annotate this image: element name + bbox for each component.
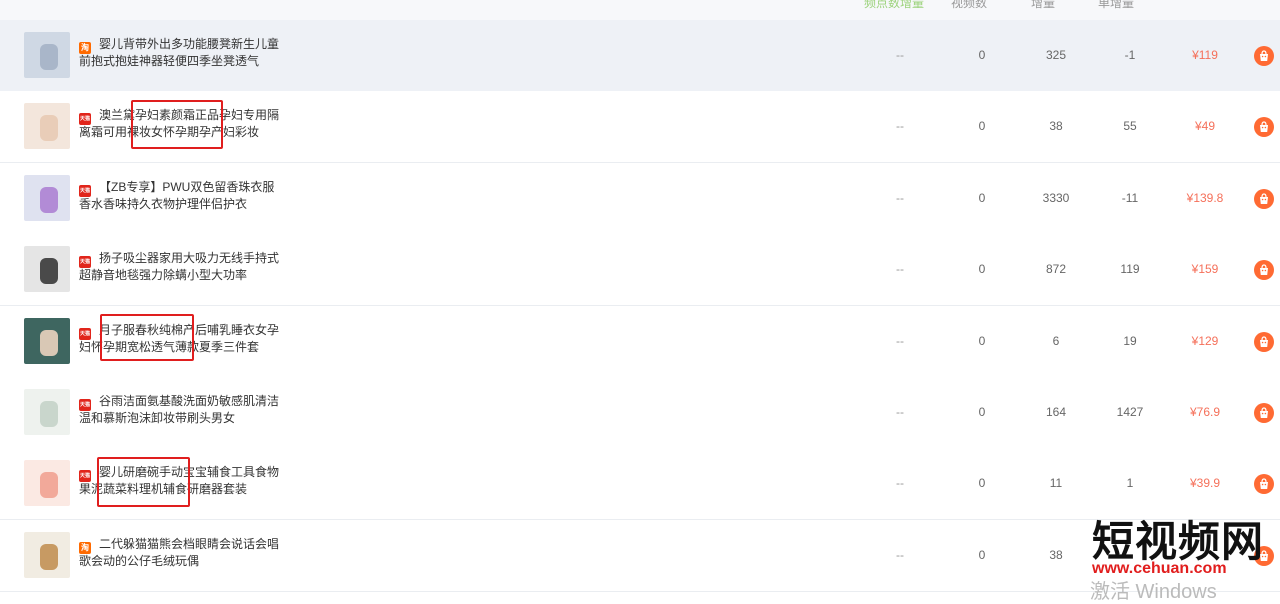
video-count: 0 <box>978 333 986 348</box>
table-row[interactable]: 扬子吸尘器家用大吸力无线手持式超静音地毯强力除螨小型大功率 天猫 -- 0 872 119… <box>0 234 1280 307</box>
highlight-box <box>131 100 223 149</box>
increment: 6 <box>1052 333 1060 348</box>
price: ¥76.9 <box>1189 405 1221 419</box>
product-title[interactable]: 二代躲猫猫熊会档眼睛会说话会唱歌会动的公仔毛绒玩偶 <box>79 536 279 570</box>
tmall-badge-icon: 天猫 <box>79 399 91 411</box>
video-count: 0 <box>978 48 986 62</box>
price: ¥139.8 <box>1186 190 1224 205</box>
product-thumbnail[interactable] <box>24 246 70 293</box>
product-title[interactable]: 【ZB专享】PWU双色留香珠衣服香水香味持久衣物护理伴侣护衣 <box>79 179 279 213</box>
header-col-2: 视频数 <box>951 0 988 10</box>
windows-activation-text: 激活 Windows <box>1090 581 1217 603</box>
price: ¥159 <box>1191 262 1219 277</box>
product-thumbnail[interactable] <box>24 103 70 150</box>
cart-icon[interactable] <box>1254 117 1274 138</box>
product-title[interactable]: 谷雨洁面氨基酸洗面奶敏感肌清洁温和慕斯泡沫卸妆带刷头男女 <box>79 393 279 427</box>
metric-col-1: -- <box>896 333 904 348</box>
table-header: 频点数增量 视频数 增量 单增量 <box>0 0 1280 20</box>
metric-col-1: -- <box>896 48 904 62</box>
tmall-badge-icon: 天猫 <box>79 327 91 340</box>
increment: 38 <box>1049 547 1063 562</box>
cart-icon[interactable] <box>1254 403 1274 423</box>
unit-increment: 119 <box>1120 262 1140 277</box>
product-title[interactable]: 婴儿背带外出多功能腰凳新生儿童前抱式抱娃神器轻便四季坐凳透气 <box>79 36 279 70</box>
table-row[interactable]: 二代躲猫猫熊会档眼睛会说话会唱歌会动的公仔毛绒玩偶淘 -- 0 38 <box>0 519 1280 592</box>
highlight-box <box>100 314 194 361</box>
tmall-badge-icon: 天猫 <box>79 470 91 483</box>
product-thumbnail[interactable] <box>24 460 70 507</box>
video-count: 0 <box>978 405 986 419</box>
metric-col-1: -- <box>896 190 904 205</box>
metric-col-1: -- <box>896 547 904 562</box>
product-thumbnail[interactable] <box>24 389 70 435</box>
increment: 164 <box>1045 405 1067 419</box>
header-col-1: 频点数增量 <box>864 0 925 10</box>
cart-icon[interactable] <box>1254 474 1274 495</box>
table-row[interactable]: 谷雨洁面氨基酸洗面奶敏感肌清洁温和慕斯泡沫卸妆带刷头男女 天猫 -- 0 164 1427… <box>0 377 1280 449</box>
header-col-4: 单增量 <box>1098 0 1135 10</box>
unit-increment: 1427 <box>1116 405 1144 419</box>
taobao-badge-icon: 淘 <box>79 541 91 554</box>
video-count: 0 <box>978 547 986 562</box>
highlight-box <box>97 457 190 507</box>
table-row[interactable]: 【ZB专享】PWU双色留香珠衣服香水香味持久衣物护理伴侣护衣 天猫 -- 0 3330 -… <box>0 162 1280 235</box>
increment: 38 <box>1049 119 1063 134</box>
table-row[interactable]: 婴儿研磨碗手动宝宝辅食工具食物果泥蔬菜料理机辅食研磨器套装 天猫 -- 0 11 1 ¥39… <box>0 448 1280 521</box>
tmall-badge-icon: 天猫 <box>79 184 91 197</box>
video-count: 0 <box>978 262 986 277</box>
unit-increment: -1 <box>1124 48 1136 62</box>
product-thumbnail[interactable] <box>24 531 70 578</box>
table-row[interactable]: 婴儿背带外出多功能腰凳新生儿童前抱式抱娃神器轻便四季坐凳透气淘 -- 0 325 -1 ¥… <box>0 20 1280 92</box>
unit-increment: -11 <box>1121 190 1139 205</box>
metric-col-1: -- <box>896 262 904 277</box>
video-count: 0 <box>978 476 986 491</box>
tmall-badge-icon: 天猫 <box>79 256 91 269</box>
product-thumbnail[interactable] <box>24 174 70 221</box>
taobao-badge-icon: 淘 <box>79 42 91 54</box>
cart-icon[interactable] <box>1254 260 1274 281</box>
tmall-badge-icon: 天猫 <box>79 113 91 126</box>
video-count: 0 <box>978 119 986 134</box>
price: ¥49 <box>1194 119 1216 134</box>
increment: 11 <box>1049 476 1063 491</box>
price: ¥119 <box>1192 48 1218 62</box>
cart-icon[interactable] <box>1254 46 1274 66</box>
increment: 3330 <box>1042 190 1070 205</box>
increment: 872 <box>1045 262 1067 277</box>
metric-col-1: -- <box>896 476 904 491</box>
video-count: 0 <box>978 190 986 205</box>
unit-increment: 55 <box>1123 119 1137 134</box>
metric-col-1: -- <box>896 119 904 134</box>
price: ¥129 <box>1191 333 1219 348</box>
header-col-3: 增量 <box>1031 0 1056 10</box>
metric-col-1: -- <box>896 405 904 419</box>
product-thumbnail[interactable] <box>24 317 70 364</box>
product-title[interactable]: 扬子吸尘器家用大吸力无线手持式超静音地毯强力除螨小型大功率 <box>79 250 279 284</box>
cart-icon[interactable] <box>1254 331 1274 352</box>
increment: 325 <box>1045 48 1067 62</box>
cart-icon[interactable] <box>1254 188 1274 209</box>
unit-increment: 19 <box>1123 333 1137 348</box>
product-thumbnail[interactable] <box>24 32 70 78</box>
